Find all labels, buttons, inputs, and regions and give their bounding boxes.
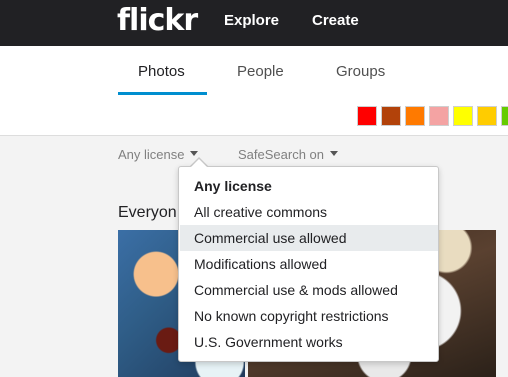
color-swatch-green[interactable] [501,106,508,126]
license-option-any[interactable]: Any license [180,173,438,199]
search-tabs-bar: Photos People Groups [0,46,508,136]
license-option-commercial-and-mods[interactable]: Commercial use & mods allowed [180,277,438,303]
nav-explore-link[interactable]: Explore [224,12,279,29]
license-option-all-creative-commons[interactable]: All creative commons [180,199,438,225]
license-dropdown-menu: Any license All creative commons Commerc… [178,166,439,362]
safesearch-filter-label: SafeSearch on [238,147,325,162]
color-swatch-yellow[interactable] [453,106,473,126]
nav-create-link[interactable]: Create [312,12,359,29]
color-swatch-dark-orange[interactable] [381,106,401,126]
color-swatch-gold[interactable] [477,106,497,126]
color-swatch-red[interactable] [357,106,377,126]
flickr-logo[interactable]: flickr [117,3,198,38]
license-option-us-government[interactable]: U.S. Government works [180,329,438,355]
menu-pointer-fill [191,159,207,167]
color-swatch-orange[interactable] [405,106,425,126]
safesearch-filter-dropdown[interactable]: SafeSearch on [238,147,339,162]
license-option-modifications[interactable]: Modifications allowed [180,251,438,277]
license-option-commercial-use[interactable]: Commercial use allowed [180,225,438,251]
tab-people[interactable]: People [237,63,284,80]
color-swatch-pink[interactable] [429,106,449,126]
top-nav-bar: flickr Explore Create [0,0,508,46]
license-option-no-known-copyright[interactable]: No known copyright restrictions [180,303,438,329]
chevron-down-icon [330,151,339,157]
license-filter-label: Any license [118,147,185,162]
tab-photos[interactable]: Photos [138,63,185,80]
chevron-down-icon [190,151,199,157]
tab-groups[interactable]: Groups [336,63,385,80]
active-tab-indicator [118,92,207,95]
section-heading: Everyon [118,204,177,221]
license-filter-dropdown[interactable]: Any license [118,147,199,162]
